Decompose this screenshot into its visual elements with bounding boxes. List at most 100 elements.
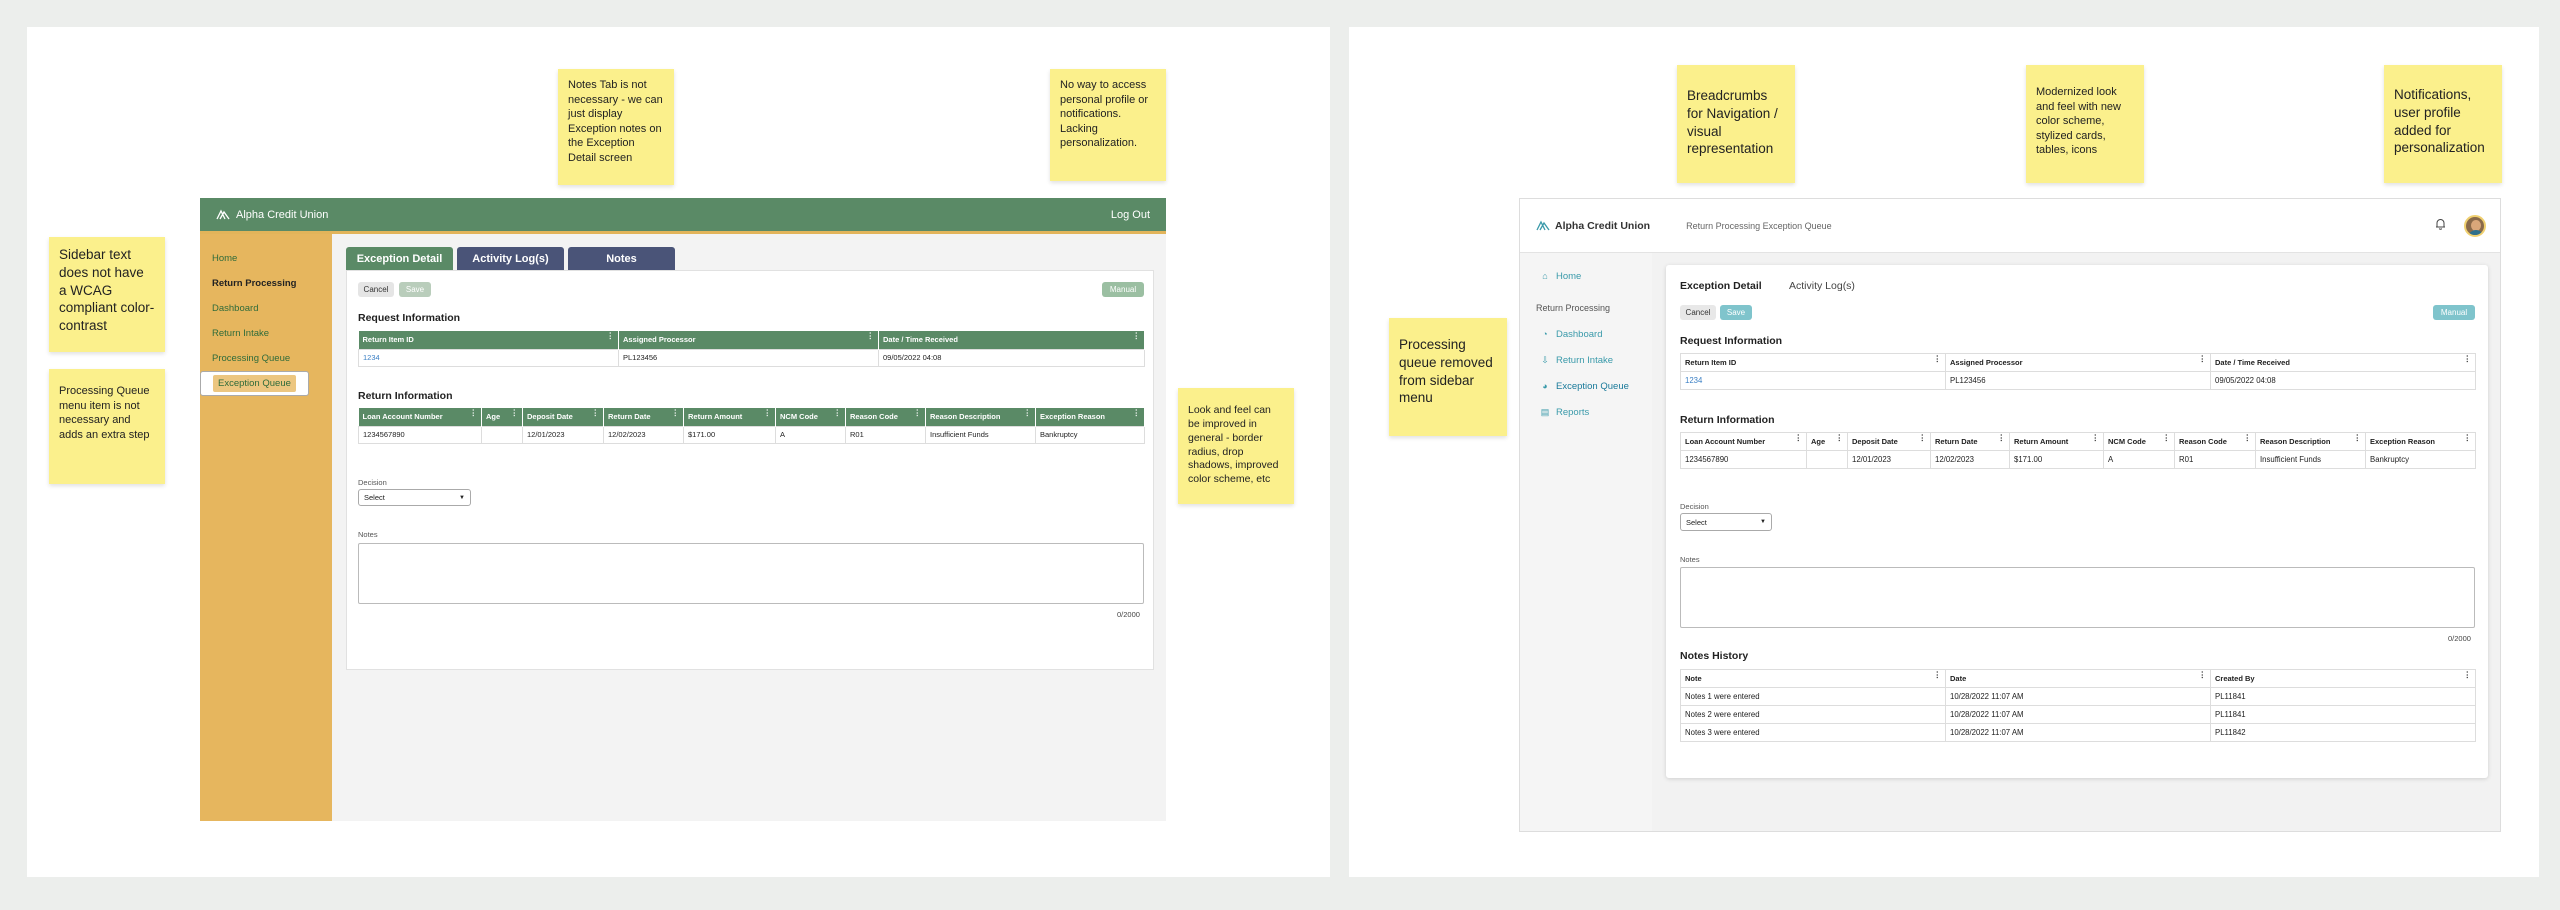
new-col-reason-description[interactable]: Reason Description ⋮	[2255, 432, 2366, 451]
old-col-return-amount[interactable]: Return Amount ⋮	[683, 408, 776, 426]
old-sidebar-dashboard[interactable]: Dashboard	[200, 296, 332, 321]
kebab-icon[interactable]: ⋮	[1836, 434, 1844, 443]
note-sidebar-contrast: Sidebar text does not have a WCAG compli…	[49, 237, 165, 352]
old-manual-button[interactable]: Manual	[1102, 282, 1144, 297]
kebab-icon[interactable]: ⋮	[1133, 331, 1141, 340]
old-sidebar-exception-queue[interactable]: Exception Queue	[200, 371, 309, 396]
logo-icon	[216, 209, 230, 220]
new-col-deposit-date[interactable]: Deposit Date ⋮	[1847, 432, 1931, 451]
new-cancel-button[interactable]: Cancel	[1680, 305, 1716, 320]
old-col-assigned-processor[interactable]: Assigned Processor ⋮	[618, 331, 879, 349]
old-return-item-id-link[interactable]: 1234	[358, 348, 619, 367]
new-save-button[interactable]: Save	[1720, 305, 1752, 320]
old-tab-exception-detail-label: Exception Detail	[356, 252, 443, 265]
old-col-loan-account[interactable]: Loan Account Number ⋮	[358, 408, 482, 426]
kebab-icon[interactable]: ⋮	[470, 408, 478, 417]
new-col-loan-account[interactable]: Loan Account Number ⋮	[1680, 432, 1807, 451]
table-cell: Notes 3 were entered	[1680, 723, 1946, 742]
old-brand[interactable]: Alpha Credit Union	[216, 209, 328, 221]
new-tab-exception-detail[interactable]: Exception Detail	[1680, 280, 1762, 292]
new-col-return-item-id[interactable]: Return Item ID ⋮	[1680, 353, 1946, 372]
logout-link[interactable]: Log Out	[1111, 209, 1150, 221]
kebab-icon[interactable]: ⋮	[1934, 671, 1942, 680]
new-brand[interactable]: Alpha Credit Union	[1536, 220, 1650, 232]
old-col-ncm-code[interactable]: NCM Code ⋮	[775, 408, 846, 426]
breadcrumb[interactable]: Return Processing Exception Queue	[1686, 221, 1832, 231]
new-col-exception-reason[interactable]: Exception Reason ⋮	[2365, 432, 2476, 451]
kebab-icon[interactable]: ⋮	[2163, 434, 2171, 443]
new-col-ncm-code[interactable]: NCM Code ⋮	[2103, 432, 2175, 451]
kebab-icon[interactable]: ⋮	[2092, 434, 2100, 443]
kebab-icon[interactable]: ⋮	[1133, 408, 1141, 417]
old-decision-select[interactable]: Select ▼	[358, 489, 471, 506]
new-decision-select[interactable]: Select ▼	[1680, 513, 1772, 531]
old-col-reason-description[interactable]: Reason Description ⋮	[925, 408, 1036, 426]
new-notes-textarea[interactable]	[1680, 567, 2475, 628]
table-cell: PL123456	[1945, 371, 2211, 390]
kebab-icon[interactable]: ⋮	[1998, 434, 2006, 443]
kebab-icon[interactable]: ⋮	[672, 408, 680, 417]
old-notes-textarea[interactable]	[358, 543, 1144, 604]
old-save-button[interactable]: Save	[399, 282, 431, 297]
new-sidebar-exception-queue[interactable]: ◕ Exception Queue	[1520, 373, 1652, 399]
kebab-icon[interactable]: ⋮	[2354, 434, 2362, 443]
old-sidebar-return-intake[interactable]: Return Intake	[200, 321, 332, 346]
new-sidebar-return-intake[interactable]: ⇩ Return Intake	[1520, 347, 1652, 373]
kebab-icon[interactable]: ⋮	[834, 408, 842, 417]
kebab-icon[interactable]: ⋮	[1024, 408, 1032, 417]
return-item-link[interactable]: 1234	[363, 353, 380, 362]
old-col-date-received[interactable]: Date / Time Received ⋮	[878, 331, 1145, 349]
kebab-icon[interactable]: ⋮	[2199, 671, 2207, 680]
bell-icon[interactable]	[2435, 218, 2446, 233]
new-tab-activity-logs[interactable]: Activity Log(s)	[1789, 280, 1855, 292]
old-sidebar-home[interactable]: Home	[200, 246, 332, 271]
old-tab-notes[interactable]: Notes	[568, 247, 675, 270]
new-col-date-received[interactable]: Date / Time Received ⋮	[2210, 353, 2476, 372]
kebab-icon[interactable]: ⋮	[607, 331, 615, 340]
kebab-icon[interactable]: ⋮	[1795, 434, 1803, 443]
new-col-reason-code[interactable]: Reason Code ⋮	[2174, 432, 2256, 451]
old-tab-exception-detail[interactable]: Exception Detail	[346, 247, 453, 275]
col-created-by[interactable]: Created By ⋮	[2210, 669, 2476, 688]
kebab-icon[interactable]: ⋮	[592, 408, 600, 417]
old-tab-activity-logs[interactable]: Activity Log(s)	[457, 247, 564, 270]
old-sidebar-processing-queue[interactable]: Processing Queue	[200, 346, 332, 371]
col-label: Return Amount	[2014, 437, 2069, 446]
kebab-icon[interactable]: ⋮	[867, 331, 875, 340]
avatar[interactable]	[2464, 214, 2486, 237]
kebab-icon[interactable]: ⋮	[2199, 355, 2207, 364]
table-cell: 12/01/2023	[522, 425, 604, 444]
new-col-assigned-processor[interactable]: Assigned Processor ⋮	[1945, 353, 2211, 372]
new-return-item-id-cell[interactable]: 1234	[1680, 371, 1946, 390]
kebab-icon[interactable]: ⋮	[1934, 355, 1942, 364]
kebab-icon[interactable]: ⋮	[1919, 434, 1927, 443]
old-col-return-item-id[interactable]: Return Item ID ⋮	[358, 331, 619, 349]
kebab-icon[interactable]: ⋮	[2464, 671, 2472, 680]
old-col-return-date[interactable]: Return Date ⋮	[603, 408, 684, 426]
kebab-icon[interactable]: ⋮	[2464, 434, 2472, 443]
col-note[interactable]: Note ⋮	[1680, 669, 1946, 688]
new-sidebar-dashboard[interactable]: ◔ Dashboard	[1520, 321, 1652, 347]
kebab-icon[interactable]: ⋮	[2464, 355, 2472, 364]
return-item-link[interactable]: 1234	[1685, 376, 1702, 385]
kebab-icon[interactable]: ⋮	[511, 408, 519, 417]
new-col-age[interactable]: Age ⋮	[1806, 432, 1848, 451]
old-col-age[interactable]: Age ⋮	[481, 408, 523, 426]
kebab-icon[interactable]: ⋮	[914, 408, 922, 417]
kebab-icon[interactable]: ⋮	[2244, 434, 2252, 443]
new-sidebar-reports[interactable]: ▤ Reports	[1520, 399, 1652, 425]
table-cell: R01	[845, 425, 926, 444]
old-sidebar-return-processing[interactable]: Return Processing	[200, 271, 332, 296]
old-col-exception-reason[interactable]: Exception Reason ⋮	[1035, 408, 1145, 426]
new-col-return-amount[interactable]: Return Amount ⋮	[2009, 432, 2104, 451]
old-cancel-button[interactable]: Cancel	[358, 282, 394, 297]
kebab-icon[interactable]: ⋮	[764, 408, 772, 417]
old-notes-label: Notes	[358, 530, 378, 539]
new-sidebar-home[interactable]: ⌂ Home	[1520, 263, 1652, 289]
new-manual-button[interactable]: Manual	[2433, 305, 2475, 320]
old-col-reason-code[interactable]: Reason Code ⋮	[845, 408, 926, 426]
new-col-return-date[interactable]: Return Date ⋮	[1930, 432, 2010, 451]
old-col-deposit-date[interactable]: Deposit Date ⋮	[522, 408, 604, 426]
col-date[interactable]: Date ⋮	[1945, 669, 2211, 688]
new-request-table: Return Item ID ⋮ Assigned Processor ⋮ Date…	[1680, 353, 2476, 390]
